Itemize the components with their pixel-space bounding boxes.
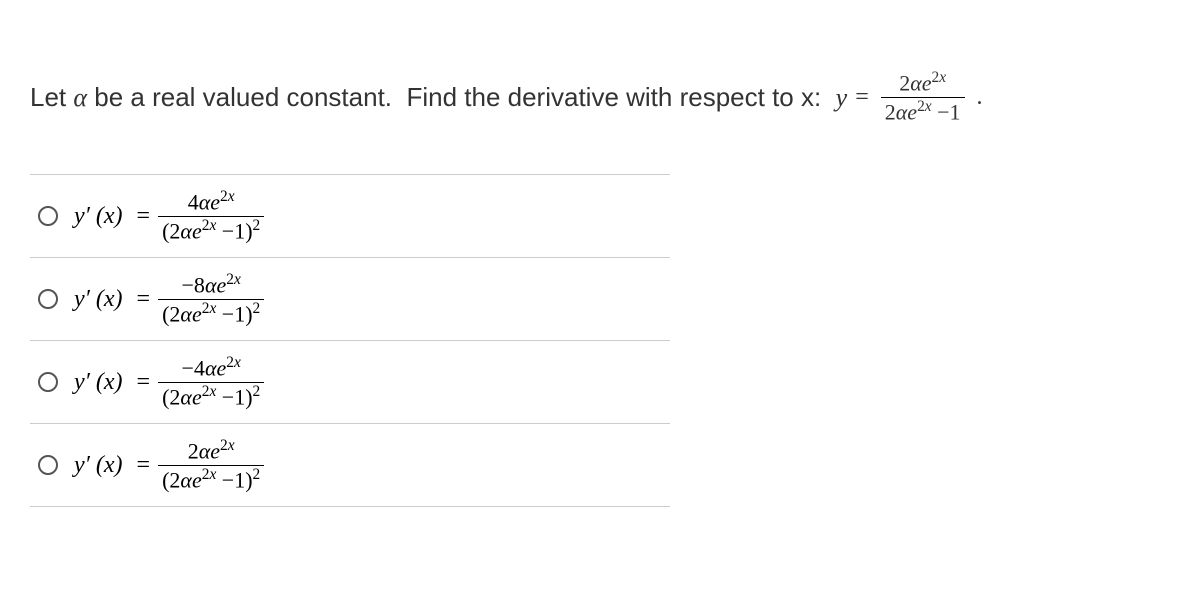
option-fraction: 2αe2x (2αe2x −1)2 (158, 438, 264, 492)
period: . (977, 79, 983, 115)
option-denominator: (2αe2x −1)2 (158, 382, 264, 410)
equation-lhs: y (836, 78, 848, 117)
option-label: y′ (x) (74, 203, 123, 230)
option-label: y′ (x) (74, 286, 123, 313)
option-numerator: 4αe2x (184, 189, 239, 216)
radio-icon[interactable] (38, 289, 58, 309)
option-3[interactable]: y′ (x) = −4αe2x (2αe2x −1)2 (30, 340, 670, 423)
option-numerator: −8αe2x (178, 272, 245, 299)
option-numerator: 2αe2x (184, 438, 239, 465)
option-label: y′ (x) (74, 452, 123, 479)
radio-icon[interactable] (38, 372, 58, 392)
option-fraction: −8αe2x (2αe2x −1)2 (158, 272, 264, 326)
option-fraction: 4αe2x (2αe2x −1)2 (158, 189, 264, 243)
option-eq: = (137, 286, 151, 313)
radio-icon[interactable] (38, 455, 58, 475)
function-denominator: 2αe2x −1 (881, 97, 965, 125)
option-denominator: (2αe2x −1)2 (158, 299, 264, 327)
equation-eq: = (855, 79, 869, 115)
option-denominator: (2αe2x −1)2 (158, 465, 264, 493)
option-fraction: −4αe2x (2αe2x −1)2 (158, 355, 264, 409)
option-eq: = (137, 203, 151, 230)
option-denominator: (2αe2x −1)2 (158, 216, 264, 244)
option-4[interactable]: y′ (x) = 2αe2x (2αe2x −1)2 (30, 423, 670, 507)
function-numerator: 2αe2x (895, 70, 950, 97)
options-list: y′ (x) = 4αe2x (2αe2x −1)2 y′ (x) = −8αe… (30, 174, 670, 507)
option-eq: = (137, 369, 151, 396)
option-numerator: −4αe2x (178, 355, 245, 382)
option-2[interactable]: y′ (x) = −8αe2x (2αe2x −1)2 (30, 257, 670, 340)
option-label: y′ (x) (74, 369, 123, 396)
question-prompt: Let α be a real valued constant. Find th… (0, 0, 1200, 154)
radio-icon[interactable] (38, 206, 58, 226)
option-1[interactable]: y′ (x) = 4αe2x (2αe2x −1)2 (30, 174, 670, 257)
function-fraction: 2αe2x 2αe2x −1 (881, 70, 965, 124)
option-eq: = (137, 452, 151, 479)
prompt-text: Let α be a real valued constant. Find th… (30, 78, 836, 117)
